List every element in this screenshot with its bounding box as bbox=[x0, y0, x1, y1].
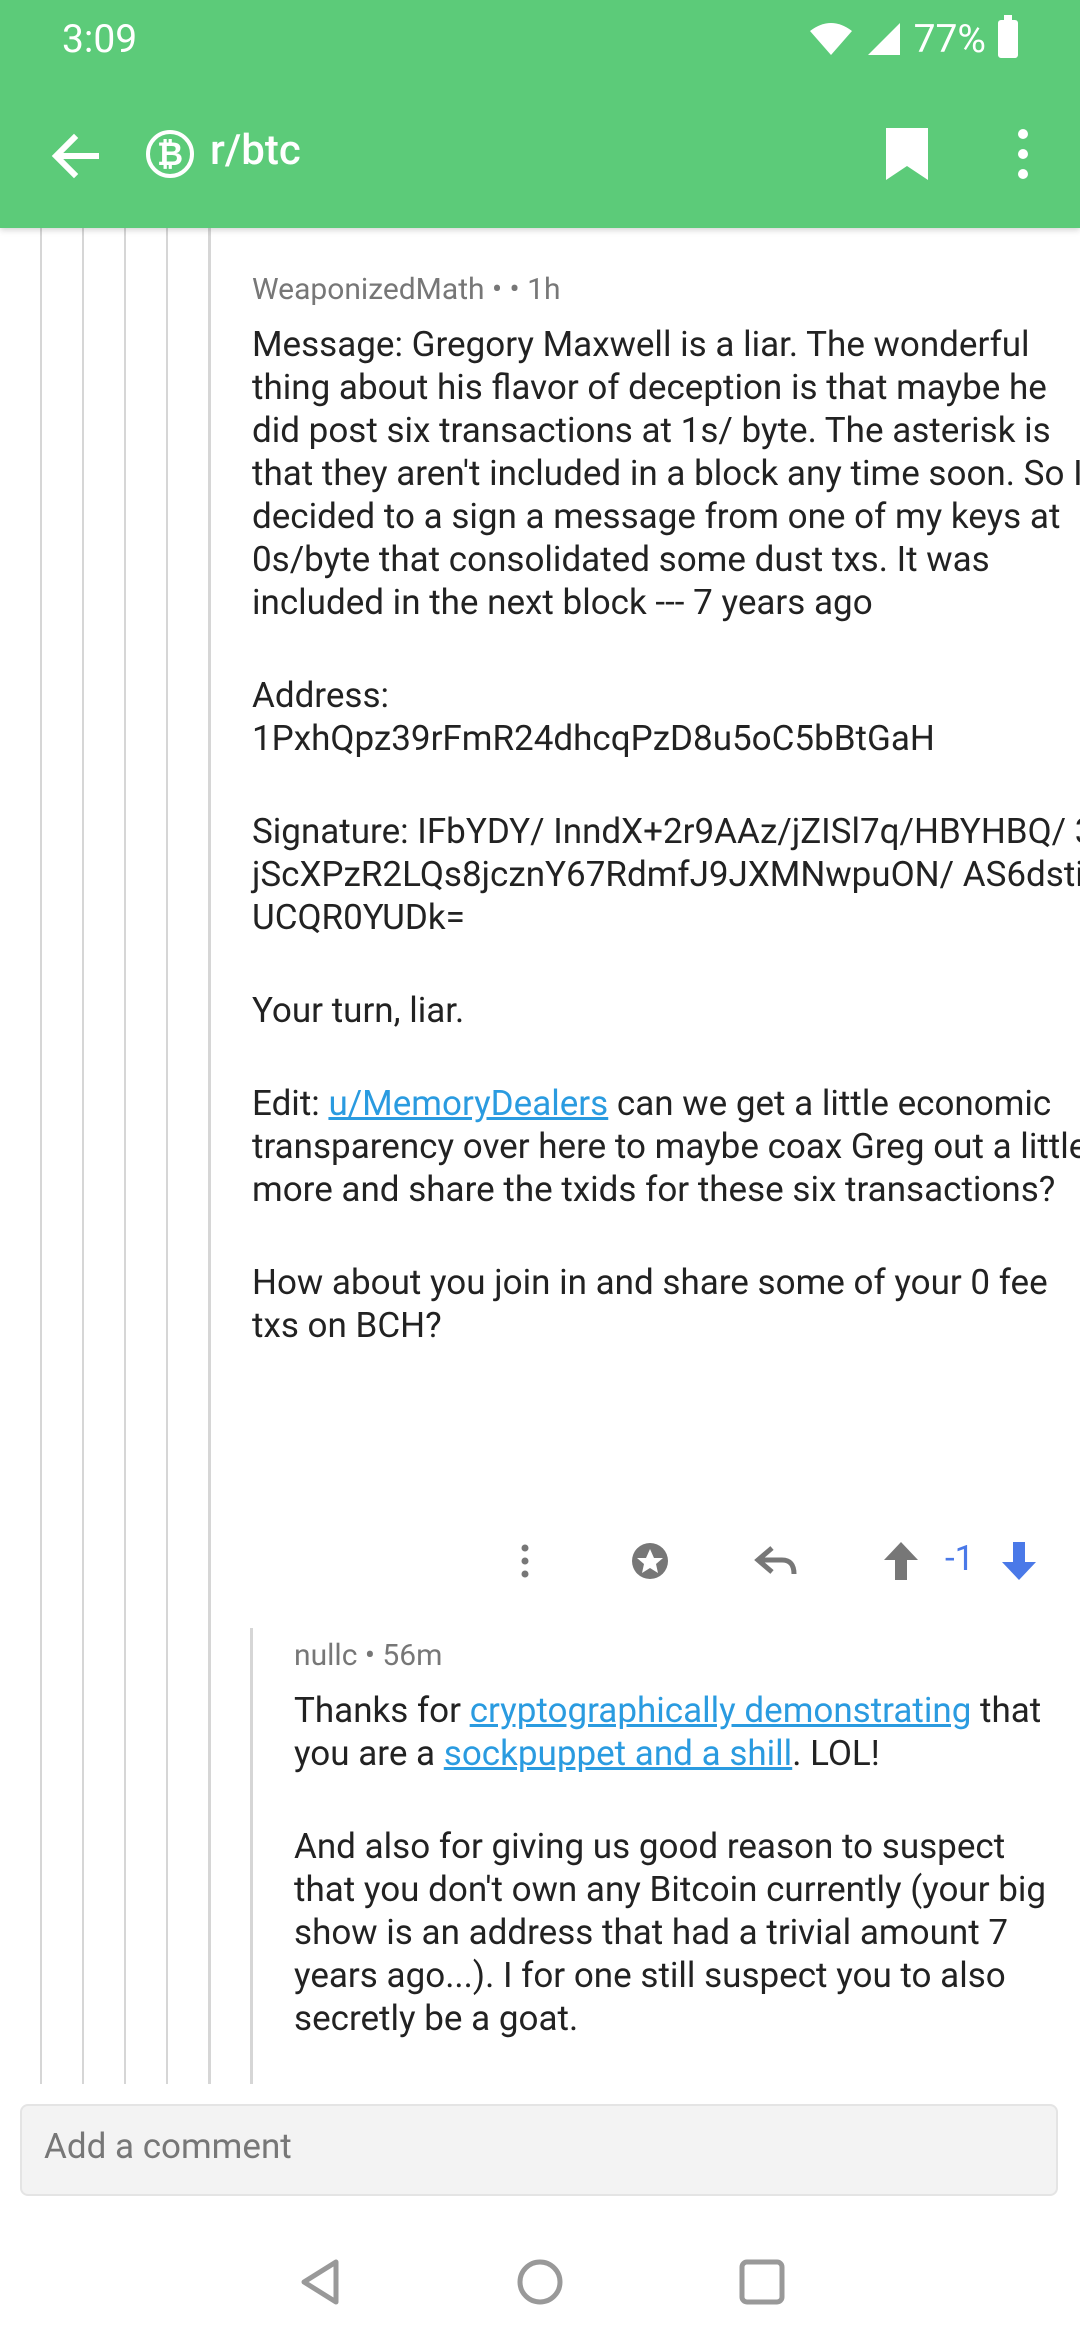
inline-link[interactable]: sockpuppet and a shill bbox=[444, 1733, 792, 1774]
thread-depth-line bbox=[166, 228, 168, 2084]
meta-separator: • bbox=[357, 1638, 383, 1673]
comment-age: 1h bbox=[527, 272, 561, 307]
reply-icon[interactable] bbox=[752, 1536, 802, 1586]
more-vert-icon[interactable] bbox=[500, 1536, 550, 1586]
address-value: 1PxhQpz39rFmR24dhcqPzD8u5oC5bBtGaH bbox=[252, 718, 935, 759]
thread-depth-line bbox=[208, 228, 211, 2084]
comment-meta: WeaponizedMath • • 1h bbox=[252, 272, 1080, 307]
inline-link[interactable]: cryptographically demonstrating bbox=[470, 1690, 972, 1731]
comment-author[interactable]: WeaponizedMath bbox=[252, 272, 485, 307]
add-comment-placeholder: Add a comment bbox=[44, 2126, 292, 2167]
thread-depth-line bbox=[82, 228, 84, 2084]
nav-home-icon[interactable] bbox=[514, 2256, 566, 2308]
comment-paragraph: Edit: u/MemoryDealers can we get a littl… bbox=[252, 1082, 1080, 1211]
award-icon[interactable] bbox=[625, 1536, 675, 1586]
comment-score: -1 bbox=[945, 1538, 975, 1579]
upvote-icon[interactable] bbox=[876, 1536, 926, 1586]
thread-depth-line bbox=[124, 228, 126, 2084]
comment-paragraph: Message: Gregory Maxwell is a liar. The … bbox=[252, 324, 1080, 623]
wifi-icon bbox=[809, 23, 852, 55]
comment-body: Thanks for cryptographically demonstrati… bbox=[294, 1689, 1064, 2040]
comment-paragraph: How about you join in and share some of … bbox=[252, 1262, 1048, 1346]
comment-meta: nullc • 56m bbox=[294, 1638, 1064, 1673]
meta-separator: • • bbox=[491, 272, 528, 307]
comment-author[interactable]: nullc bbox=[294, 1638, 357, 1673]
status-time: 3:09 bbox=[62, 16, 138, 62]
comment-thread: WeaponizedMath • • 1h Message: Gregory M… bbox=[0, 228, 1080, 2084]
bookmark-icon[interactable] bbox=[884, 126, 930, 182]
text-span: . LOL! bbox=[792, 1733, 880, 1774]
app-header: 3:09 77% ₿ r/btc bbox=[0, 0, 1080, 228]
nav-back-icon[interactable] bbox=[296, 2256, 348, 2308]
battery-icon bbox=[998, 15, 1018, 58]
thread-depth-line bbox=[40, 228, 42, 2084]
comment: WeaponizedMath • • 1h Message: Gregory M… bbox=[252, 272, 1080, 1397]
bitcoin-icon: ₿ bbox=[146, 130, 194, 178]
reply-depth-line bbox=[250, 1628, 253, 2084]
reply-comment: nullc • 56m Thanks for cryptographically… bbox=[294, 1638, 1064, 2084]
comment-paragraph: Your turn, liar. bbox=[252, 990, 465, 1031]
comment-paragraph: Thanks for cryptographically demonstrati… bbox=[294, 1689, 1064, 1775]
toolbar: ₿ r/btc bbox=[0, 120, 1080, 220]
edit-prefix: Edit: bbox=[252, 1083, 329, 1124]
comment-actions: -1 bbox=[480, 1536, 1050, 1596]
user-link[interactable]: u/MemoryDealers bbox=[328, 1083, 608, 1124]
comment-age: 56m bbox=[382, 1638, 443, 1673]
comment-paragraph: Signature: IFbYDY/ InndX+2r9AAz/jZISl7q/… bbox=[252, 811, 1080, 938]
add-comment-field[interactable]: Add a comment bbox=[20, 2104, 1058, 2196]
address-label: Address: bbox=[252, 675, 390, 716]
back-arrow-icon[interactable] bbox=[46, 126, 106, 186]
comment-paragraph: And also for giving us good reason to su… bbox=[294, 1826, 1047, 2039]
comment-body: Message: Gregory Maxwell is a liar. The … bbox=[252, 323, 1080, 1347]
subreddit-title[interactable]: r/btc bbox=[210, 126, 301, 175]
battery-percent: 77% bbox=[913, 16, 986, 62]
downvote-icon[interactable] bbox=[994, 1536, 1044, 1586]
signal-icon bbox=[867, 23, 900, 55]
system-nav-bar bbox=[0, 2220, 1080, 2340]
comment-paragraph: Address: 1PxhQpz39rFmR24dhcqPzD8u5oC5bBtG… bbox=[252, 674, 1080, 760]
text-span: Thanks for bbox=[294, 1690, 470, 1731]
status-icons: 77% bbox=[808, 15, 1018, 62]
more-vert-icon[interactable] bbox=[1012, 126, 1034, 182]
nav-recents-icon[interactable] bbox=[736, 2256, 788, 2308]
